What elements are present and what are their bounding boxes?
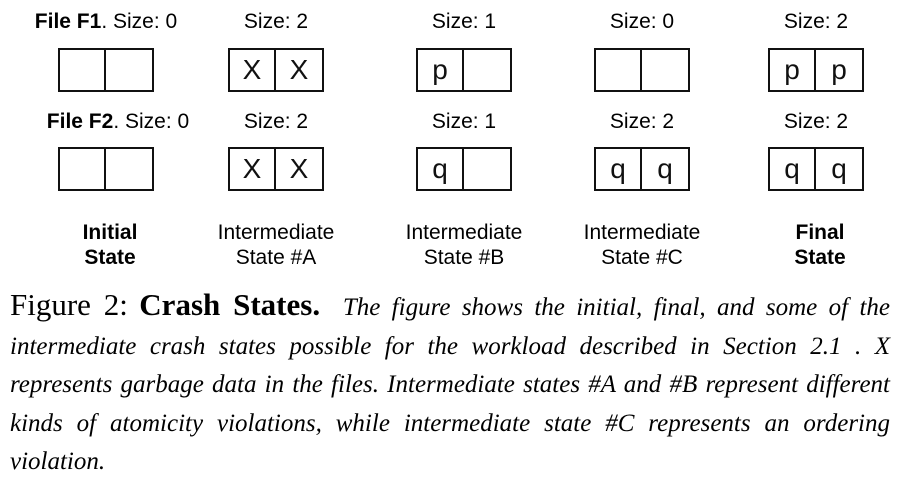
block: X [276, 147, 324, 191]
file-f2-name: File F2 [46, 110, 114, 133]
block [58, 147, 106, 191]
state-label-a: Intermediate State #A [218, 220, 335, 270]
block: q [594, 147, 642, 191]
block: p [816, 48, 864, 92]
block: q [416, 147, 464, 191]
state-label-line1: Final [795, 221, 845, 244]
f1-initial-blocks [58, 48, 154, 92]
block: q [642, 147, 690, 191]
f1-final-size-label: Size: 2 [783, 10, 849, 33]
figure-number: Figure 2: [10, 287, 128, 322]
state-label-line2: State #A [235, 246, 317, 269]
f2-initial-blocks [58, 147, 154, 191]
f1-state-c-blocks [594, 48, 690, 92]
state-label-b: Intermediate State #B [406, 220, 523, 270]
block: X [228, 48, 276, 92]
state-label-line1: Initial [82, 221, 138, 244]
state-label-line1: Intermediate [583, 221, 701, 244]
block: X [276, 48, 324, 92]
f2-state-c-size-label: Size: 2 [609, 110, 675, 133]
block: p [416, 48, 464, 92]
f1-state-a-blocks: X X [228, 48, 324, 92]
f1-state-a-size-label: Size: 2 [243, 10, 309, 33]
block [106, 147, 154, 191]
f1-state-b-blocks: p [416, 48, 512, 92]
state-label-line1: Intermediate [405, 221, 523, 244]
state-label-line2: State [84, 246, 136, 269]
f2-state-c-blocks: q q [594, 147, 690, 191]
size-value: Size: 0 [113, 10, 178, 33]
f2-final-size-label: Size: 2 [783, 110, 849, 133]
f1-initial-size-label: File F1. Size: 0 [34, 10, 178, 33]
state-label-line1: Intermediate [217, 221, 335, 244]
f1-state-b-size-label: Size: 1 [431, 10, 497, 33]
f2-state-b-size-label: Size: 1 [431, 110, 497, 133]
figure-title: Crash States. [139, 287, 321, 322]
size-value: Size: 0 [125, 110, 190, 133]
state-label-line2: State [794, 246, 846, 269]
f2-state-b-blocks: q [416, 147, 512, 191]
figure-caption: Figure 2: Crash States. The figure shows… [10, 286, 890, 482]
block [106, 48, 154, 92]
state-label-line2: State #B [423, 246, 505, 269]
f1-state-c-size-label: Size: 0 [609, 10, 675, 33]
f2-final-blocks: q q [768, 147, 864, 191]
f1-final-blocks: p p [768, 48, 864, 92]
block: q [768, 147, 816, 191]
block [594, 48, 642, 92]
f2-state-a-size-label: Size: 2 [243, 110, 309, 133]
f2-initial-size-label: File F2. Size: 0 [46, 110, 190, 133]
state-label-final: Final State [794, 220, 845, 270]
block [464, 48, 512, 92]
block: p [768, 48, 816, 92]
state-label-c: Intermediate State #C [584, 220, 701, 270]
f2-state-a-blocks: X X [228, 147, 324, 191]
block [464, 147, 512, 191]
block: X [228, 147, 276, 191]
file-f1-name: File F1 [34, 10, 102, 33]
block [642, 48, 690, 92]
block [58, 48, 106, 92]
block: q [816, 147, 864, 191]
state-label-initial: Initial State [83, 220, 138, 270]
state-label-line2: State #C [601, 246, 683, 269]
